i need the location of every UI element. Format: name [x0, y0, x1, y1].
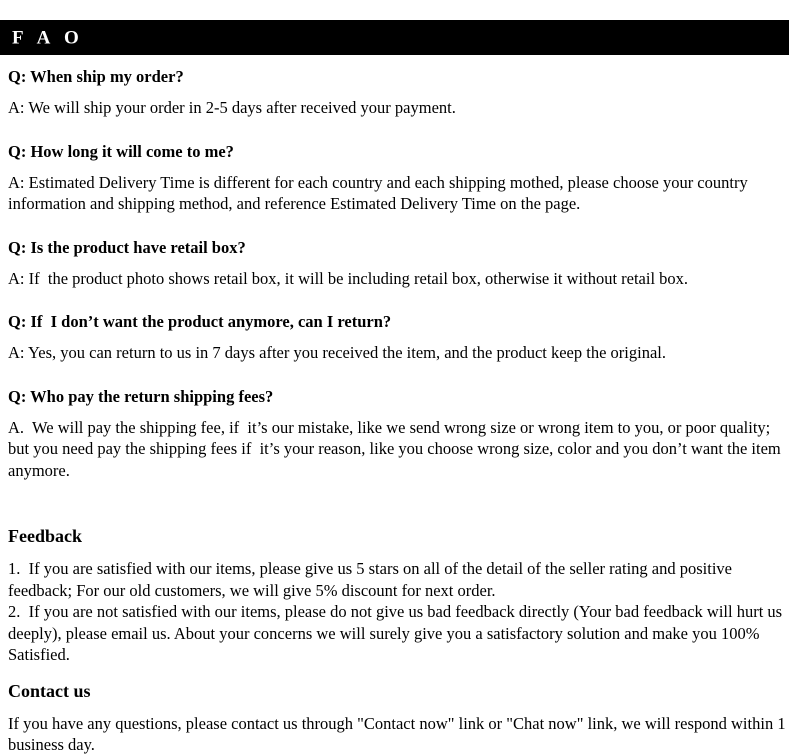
faq-question: Q: How long it will come to me?: [8, 141, 234, 161]
faq-item-2: Q: How long it will come to me? A: Estim…: [8, 141, 792, 215]
faq-item-5: Q: Who pay the return shipping fees? A. …: [8, 386, 792, 482]
faq-page: F A O Q: When ship my order? A: We will …: [0, 0, 800, 754]
faq-content: Q: When ship my order? A: We will ship y…: [8, 66, 792, 756]
faq-header-bar: F A O: [0, 20, 789, 55]
faq-item-1: Q: When ship my order? A: We will ship y…: [8, 66, 792, 119]
faq-item-4: Q: If I don’t want the product anymore, …: [8, 311, 792, 364]
faq-question: Q: Is the product have retail box?: [8, 237, 246, 257]
faq-question: Q: When ship my order?: [8, 67, 184, 86]
contact-section: Contact us If you have any questions, pl…: [8, 680, 792, 756]
contact-heading: Contact us: [8, 680, 91, 701]
faq-answer: A: Estimated Delivery Time is different …: [8, 172, 752, 214]
faq-item-3: Q: Is the product have retail box? A: If…: [8, 237, 792, 290]
page-title: F A O: [12, 27, 84, 48]
contact-body: If you have any questions, please contac…: [8, 713, 790, 755]
faq-answer: A. We will pay the shipping fee, if it’s…: [8, 417, 785, 480]
faq-answer: A: If the product photo shows retail box…: [8, 268, 689, 288]
faq-question: Q: If I don’t want the product anymore, …: [8, 312, 392, 331]
faq-answer: A: We will ship your order in 2-5 days a…: [8, 98, 456, 117]
feedback-heading: Feedback: [8, 526, 82, 546]
faq-answer: A: Yes, you can return to us in 7 days a…: [8, 343, 666, 362]
feedback-section: Feedback 1. If you are satisfied with ou…: [8, 525, 792, 666]
feedback-body: 1. If you are satisfied with our items, …: [8, 559, 783, 664]
faq-question: Q: Who pay the return shipping fees?: [8, 386, 274, 406]
